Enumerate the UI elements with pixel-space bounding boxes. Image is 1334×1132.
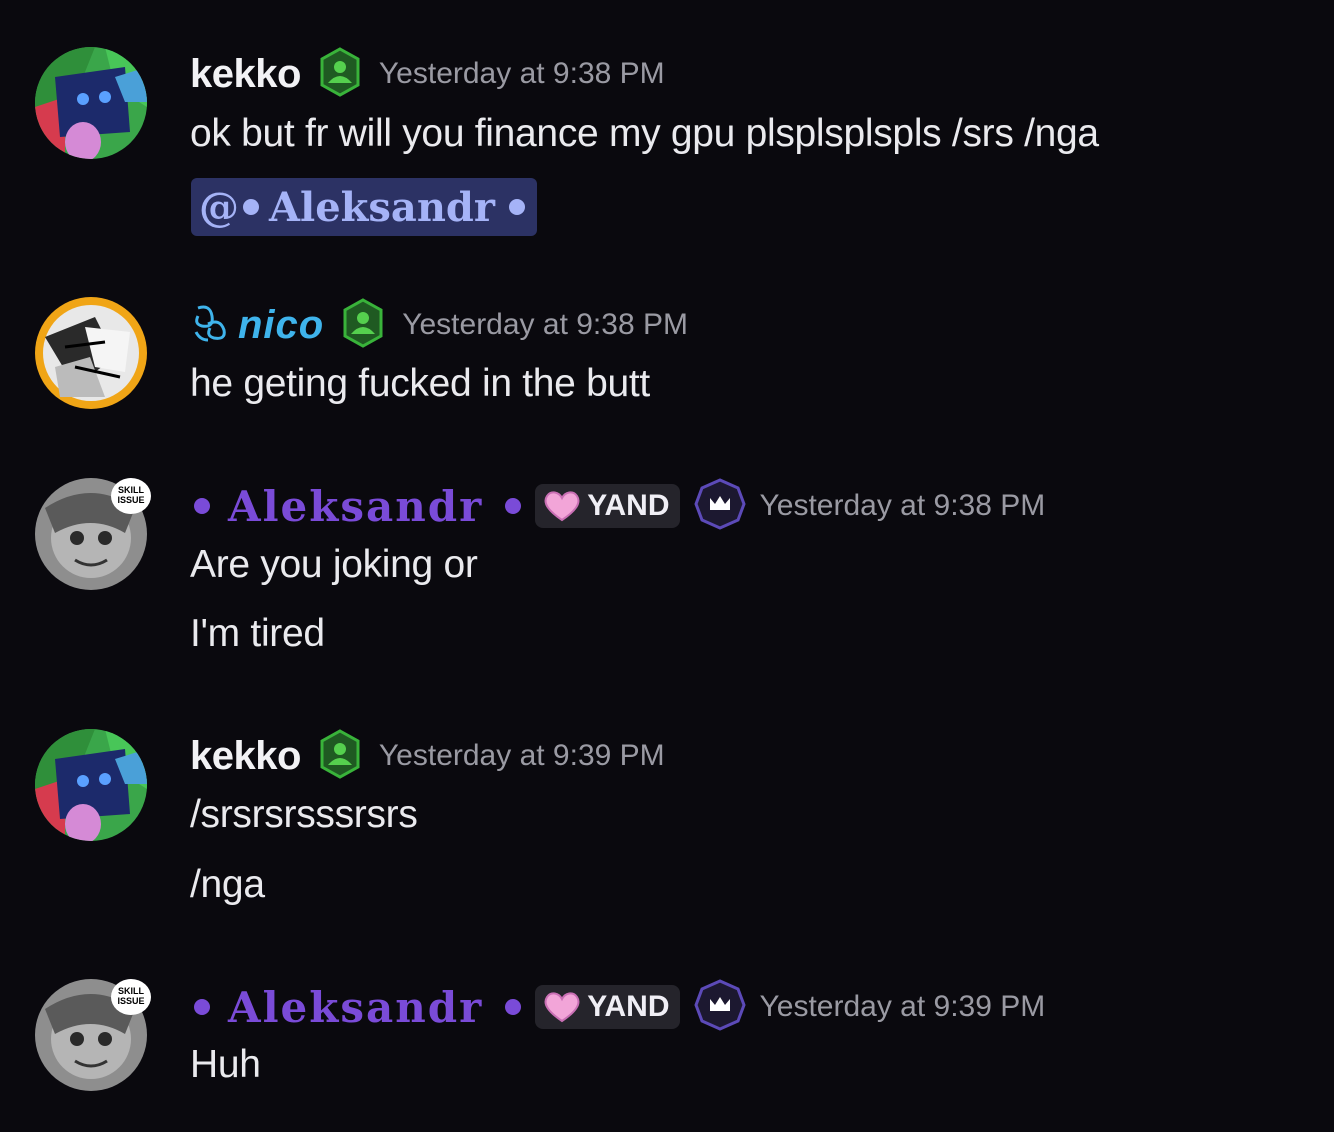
- crown-badge-icon[interactable]: [693, 978, 746, 1036]
- message-header: kekko Yesterday at 9:39 PM: [190, 728, 665, 784]
- avatar-aleksandr[interactable]: SKILL ISSUE: [35, 979, 151, 1091]
- crown-badge-icon[interactable]: [693, 477, 746, 535]
- guild-tag-label: YAND: [587, 990, 670, 1023]
- svg-text:SKILL: SKILL: [118, 986, 145, 996]
- message-header: Aleksandr YAND Yesterday at 9:39 PM: [190, 978, 1046, 1036]
- name-decoration-dot: [194, 999, 210, 1015]
- guild-tag[interactable]: YAND: [535, 484, 680, 528]
- pink-heart-icon: [544, 491, 580, 522]
- mention-at: @: [199, 183, 239, 231]
- username[interactable]: kekko: [190, 52, 301, 97]
- avatar-nico[interactable]: [35, 297, 147, 409]
- svg-text:ISSUE: ISSUE: [117, 495, 144, 505]
- pink-heart-icon: [544, 992, 580, 1023]
- user-mention[interactable]: @ Aleksandr: [191, 178, 537, 236]
- username[interactable]: Aleksandr: [228, 482, 483, 531]
- message-text: Are you joking or: [190, 543, 478, 586]
- message-header: nico Yesterday at 9:38 PM: [190, 297, 688, 353]
- message-text: ok but fr will you finance my gpu plspls…: [190, 112, 1099, 155]
- message-text: he geting fucked in the butt: [190, 362, 650, 405]
- mention-dot-left: [243, 199, 259, 215]
- avatar-kekko[interactable]: [35, 47, 147, 159]
- guild-tag[interactable]: YAND: [535, 985, 680, 1029]
- timestamp: Yesterday at 9:39 PM: [759, 990, 1046, 1023]
- avatar-kekko[interactable]: [35, 729, 147, 841]
- green-person-badge-icon[interactable]: [315, 728, 365, 784]
- timestamp: Yesterday at 9:38 PM: [402, 308, 688, 341]
- svg-text:ISSUE: ISSUE: [117, 996, 144, 1006]
- timestamp: Yesterday at 9:38 PM: [759, 489, 1046, 522]
- green-person-badge-icon[interactable]: [338, 297, 388, 353]
- message-text: /nga: [190, 863, 265, 906]
- avatar-aleksandr[interactable]: SKILL ISSUE: [35, 478, 151, 590]
- green-person-badge-icon[interactable]: [315, 46, 365, 102]
- message-text: Huh: [190, 1043, 261, 1086]
- message-header: Aleksandr YAND Yesterday at 9:38 PM: [190, 477, 1046, 535]
- mention-dot-right: [508, 199, 525, 215]
- message-text: /srsrsrsssrsrs: [190, 793, 418, 836]
- guild-tag-label: YAND: [587, 489, 670, 522]
- timestamp: Yesterday at 9:38 PM: [378, 57, 665, 90]
- svg-text:SKILL: SKILL: [118, 485, 145, 495]
- mention-name: Aleksandr: [269, 183, 495, 231]
- message-text: I'm tired: [190, 612, 325, 655]
- name-decoration-dot: [505, 999, 522, 1015]
- name-decoration-dot: [505, 498, 522, 514]
- message-header: kekko Yesterday at 9:38 PM: [190, 46, 665, 102]
- username[interactable]: Aleksandr: [228, 983, 483, 1032]
- username[interactable]: nico: [238, 303, 324, 348]
- name-decoration-dot: [194, 498, 210, 514]
- swirl-icon: [190, 302, 232, 349]
- username[interactable]: kekko: [190, 734, 301, 779]
- timestamp: Yesterday at 9:39 PM: [378, 739, 665, 772]
